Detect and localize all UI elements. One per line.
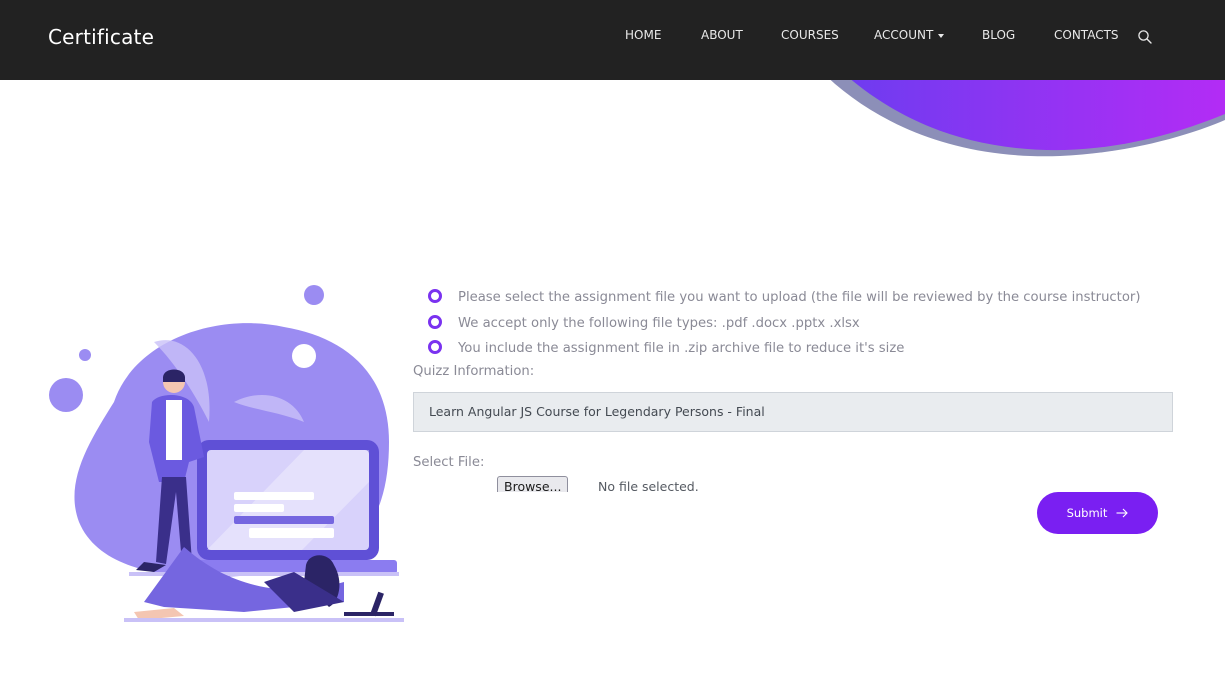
- nav-blog[interactable]: BLOG: [982, 28, 1015, 42]
- quiz-info-field: Learn Angular JS Course for Legendary Pe…: [413, 392, 1173, 432]
- nav-contacts[interactable]: CONTACTS: [1054, 28, 1119, 42]
- submit-label: Submit: [1066, 506, 1108, 520]
- nav-account-label: ACCOUNT: [874, 28, 934, 42]
- file-status-text: No file selected.: [598, 479, 699, 494]
- brand-logo[interactable]: Certificate: [48, 25, 154, 49]
- nav-about[interactable]: ABOUT: [701, 28, 743, 42]
- nav-home[interactable]: HOME: [625, 28, 661, 42]
- browse-button[interactable]: Browse...: [497, 476, 569, 492]
- nav-courses[interactable]: COURSES: [781, 28, 839, 42]
- requirements-list: Please select the assignment file you wa…: [426, 285, 1186, 362]
- nav-account[interactable]: ACCOUNT: [874, 28, 945, 42]
- list-item-text: We accept only the following file types:…: [458, 315, 860, 331]
- list-item: Please select the assignment file you wa…: [426, 285, 1186, 311]
- search-icon[interactable]: [1137, 29, 1153, 45]
- page: Certificate HOME ABOUT COURSES ACCOUNT B…: [0, 0, 1225, 699]
- navbar: Certificate HOME ABOUT COURSES ACCOUNT B…: [0, 0, 1225, 80]
- circle-bullet-icon: [428, 340, 442, 354]
- quiz-info-label: Quizz Information:: [413, 364, 535, 379]
- list-item-text: You include the assignment file in .zip …: [458, 341, 905, 356]
- submit-button[interactable]: Submit: [1037, 492, 1158, 534]
- chevron-down-icon: [938, 33, 945, 38]
- list-item: We accept only the following file types:…: [426, 311, 1186, 337]
- list-item: You include the assignment file in .zip …: [426, 336, 1186, 362]
- students-illustration: [49, 285, 404, 622]
- circle-bullet-icon: [428, 314, 442, 329]
- select-file-label: Select File:: [413, 455, 485, 470]
- circle-bullet-icon: [428, 289, 442, 303]
- arrow-right-icon: [1116, 508, 1129, 518]
- list-item-text: Please select the assignment file you wa…: [458, 290, 1141, 305]
